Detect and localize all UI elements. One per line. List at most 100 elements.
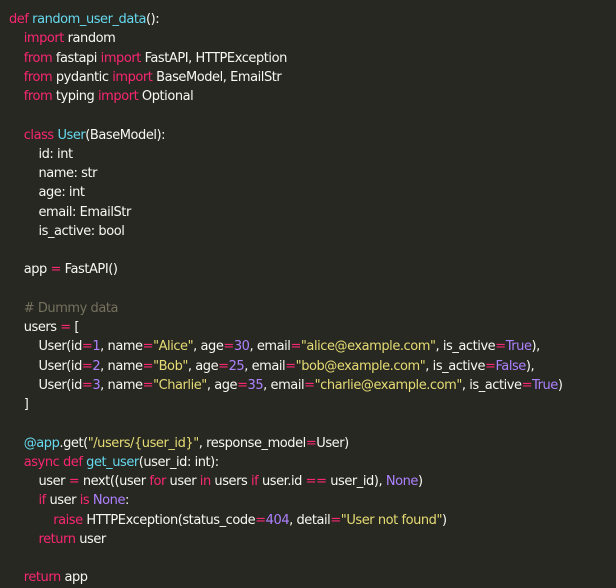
code-token: ) [442,512,447,528]
code-token: typing [55,89,99,104]
code-token: = [142,377,154,393]
code-line: return user [9,530,616,549]
code-token: , is_active [461,377,522,393]
code-line: if user is None: [9,491,616,510]
code-token: , age [193,339,224,355]
code-token: email: EmailStr [9,204,131,220]
code-token: , age [187,358,219,374]
code-token: random_user_data [32,12,147,27]
code-token: fastapi [55,50,101,66]
code-token: = [237,377,248,393]
code-token: , email [249,339,291,355]
code-token: , response_model [198,435,307,451]
code-line: age: int [9,183,616,202]
code-token: for [149,474,170,489]
code-token: # Dummy data [9,300,119,316]
code-token: .get( [59,435,88,451]
code-token: = [304,377,315,393]
code-token: pydantic [55,69,113,85]
code-token: User(id [9,358,82,374]
code-token: , detail [289,512,331,528]
code-token: "charlie@example.com" [314,377,463,393]
code-token: False [495,358,526,374]
code-token: "Charlie" [153,377,207,393]
code-line: user = next((user for user in users if u… [9,472,616,491]
code-token: is_active: bool [9,223,125,239]
code-token: app [9,262,51,278]
code-token: user.id [261,474,306,489]
code-token: = [521,377,533,393]
code-token: 3 [92,377,101,393]
code-token: , email [244,358,286,374]
code-token: if [250,474,262,489]
code-token: import [23,31,68,47]
code-token: 25 [228,358,245,374]
code-token: = [81,377,93,393]
code-token: async def [23,454,87,470]
code-token: BaseModel, EmailStr [156,69,282,85]
code-token: = [218,358,229,374]
code-token: : [125,493,129,509]
code-token: from [23,50,56,66]
code-token: @app [23,435,60,451]
code-token: User [57,127,86,143]
code-token: import [100,50,145,66]
code-token: next((user [82,474,150,489]
code-token: random [67,31,116,47]
code-token: = [81,358,93,374]
code-token: user [169,474,200,489]
code-token: from [23,69,56,85]
code-token: , is_active [425,358,486,374]
code-token: id: int [9,146,73,162]
code-token: (user_id: int): [138,454,219,470]
code-token: users [9,320,61,335]
code-token: = [68,474,83,489]
code-token: "bob@example.com" [295,358,426,374]
code-token: True [505,339,532,355]
code-token: "User not found" [340,512,443,528]
code-token: = [290,339,301,355]
code-token: None [92,493,126,509]
code-token: = [255,512,266,528]
code-line: User(id=2, name="Bob", age=25, email="bo… [9,357,616,376]
code-token: None [385,474,419,489]
code-line: async def get_user(user_id: int): [9,453,616,472]
code-token: User(id [9,377,82,393]
code-token: 404 [265,512,290,528]
code-token: 1 [92,339,101,355]
code-line: def random_user_data(): [9,10,616,29]
code-token: return [23,570,65,586]
code-token: "Bob" [153,358,188,374]
code-token: True [532,377,558,393]
code-token: = [60,320,75,335]
code-token: , name [100,339,143,355]
code-editor[interactable]: def random_user_data(): import random fr… [0,0,616,585]
code-token: class [23,127,58,143]
code-line: from fastapi import FastAPI, HTTPExcepti… [9,49,616,68]
code-line: raise HTTPException(status_code=404, det… [9,511,616,530]
code-token: (): [146,12,160,27]
code-token: 35 [247,377,264,393]
code-token: = [50,262,65,278]
code-line: app = FastAPI() [9,260,616,279]
code-line: is_active: bool [9,222,616,241]
code-token: = [142,358,154,374]
code-token: , is_active [435,339,496,355]
code-token: (BaseModel): [85,127,166,143]
code-token: "Alice" [153,339,194,355]
code-token: def [9,12,33,27]
code-token: import [98,89,142,104]
code-line: class User(BaseModel): [9,126,616,145]
code-token: = [223,339,234,355]
code-token: is [79,493,93,509]
code-token: in [199,474,215,489]
code-token: return [38,531,80,547]
